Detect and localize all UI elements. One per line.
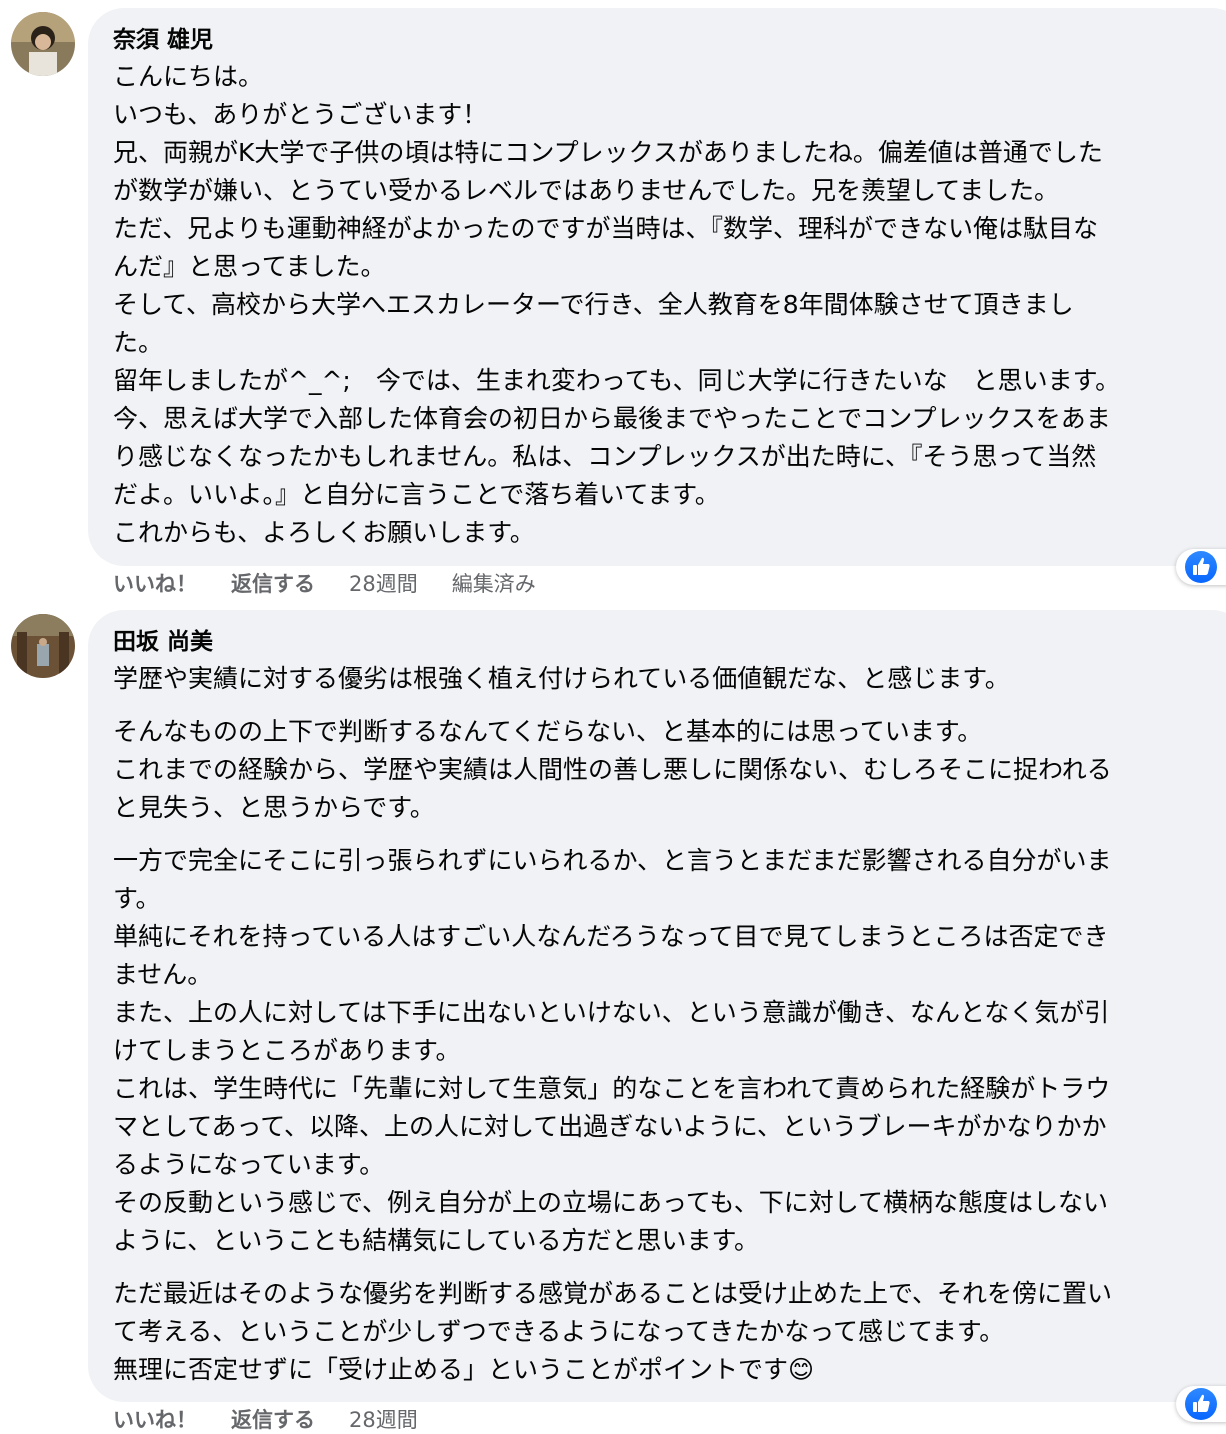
edited-label[interactable]: 編集済み bbox=[452, 570, 536, 598]
comment-text: 無理に否定せずに「受け止める」ということがポイントです bbox=[113, 1355, 789, 1384]
comment-line: そんなものの上下で判断するなんてくだらない、と基本的には思っています。 bbox=[113, 717, 983, 746]
thumbs-up-icon bbox=[1193, 557, 1210, 575]
comment-line: こんにちは。 bbox=[113, 62, 264, 91]
comment-line: 一方で完全にそこに引っ張られずにいられるか、と言うとまだまだ影響される自分がいま bbox=[113, 846, 1112, 875]
comment-line: 単純にそれを持っている人はすごい人なんだろうなって目で見てしまうところは否定でき bbox=[113, 922, 1109, 951]
comment-line: そして、高校から大学へエスカレーターで行き、全人教育を8年間体験させて頂きまし bbox=[113, 290, 1074, 319]
comment-timestamp[interactable]: 28週間 bbox=[349, 1406, 418, 1434]
comment-line: て考える、ということが少しずつできるようになってきたかなって感じてます。 bbox=[113, 1317, 1005, 1346]
reply-button[interactable]: 返信する bbox=[231, 1406, 315, 1434]
comment-line: けてしまうところがあります。 bbox=[113, 1036, 461, 1065]
comment-line: と見失う、と思うからです。 bbox=[113, 793, 435, 822]
comment-line: 留年しましたが^_^; 今では、生まれ変わっても、同じ大学に行きたいな と思いま… bbox=[113, 366, 1121, 395]
comment-author[interactable]: 奈須 雄児 bbox=[113, 26, 1226, 54]
comment-line: その反動という感じで、例え自分が上の立場にあっても、下に対して横柄な態度はしない bbox=[113, 1188, 1109, 1217]
reply-button[interactable]: 返信する bbox=[231, 570, 315, 598]
comment-actions: いいね！ 返信する 28週間 編集済み bbox=[113, 570, 570, 598]
comment-line-last: 無理に否定せずに「受け止める」ということがポイントです😊 bbox=[113, 1351, 1226, 1389]
comment-line: だよ。いいよ。』と自分に言うことで落ち着いてます。 bbox=[113, 480, 720, 509]
comment-line: り感じなくなったかもしれません。私は、コンプレックスが出た時に、『そう思って当然 bbox=[113, 442, 1097, 471]
comment-line: 学歴や実績に対する優劣は根強く植え付けられている価値観だな、と感じます。 bbox=[113, 664, 1010, 693]
comment-line: ません。 bbox=[113, 960, 213, 989]
comment-line: た。 bbox=[113, 328, 164, 357]
comment-bubble: 奈須 雄児 こんにちは。 いつも、ありがとうございます！ 兄、両親がK大学で子供… bbox=[88, 8, 1226, 566]
like-button[interactable]: いいね！ bbox=[113, 1406, 197, 1434]
comment-line: これは、学生時代に「先輩に対して生意気」的なことを言われて責められた経験がトラウ bbox=[113, 1074, 1111, 1103]
comment-line: が数学が嫌い、とうてい受かるレベルではありませんでした。兄を羨望してました。 bbox=[113, 176, 1060, 205]
smiling-face-emoji-icon: 😊 bbox=[788, 1355, 815, 1384]
comment-line: また、上の人に対しては下手に出ないといけない、という意識が働き、なんとなく気が引 bbox=[113, 998, 1110, 1027]
comment-line: 兄、両親がK大学で子供の頃は特にコンプレックスがありましたね。偏差値は普通でした bbox=[113, 138, 1103, 167]
comment-bubble: 田坂 尚美 学歴や実績に対する優劣は根強く植え付けられている価値観だな、と感じま… bbox=[88, 610, 1226, 1402]
like-reaction-badge[interactable] bbox=[1176, 549, 1226, 585]
comment-timestamp[interactable]: 28週間 bbox=[349, 570, 418, 598]
comment-line: 今、思えば大学で入部した体育会の初日から最後までやったことでコンプレックスをあま bbox=[113, 404, 1111, 433]
comment-line: これまでの経験から、学歴や実績は人間性の善し悪しに関係ない、むしろそこに捉われる bbox=[113, 755, 1112, 784]
avatar-photo-icon bbox=[11, 614, 75, 678]
comment-author[interactable]: 田坂 尚美 bbox=[113, 628, 1226, 656]
comment-line: ように、ということも結構気にしている方だと思います。 bbox=[113, 1226, 760, 1255]
comment-line: す。 bbox=[113, 884, 161, 913]
comment-line: これからも、よろしくお願いします。 bbox=[113, 518, 535, 547]
avatar[interactable] bbox=[11, 614, 75, 678]
like-reaction-badge[interactable] bbox=[1176, 1386, 1226, 1422]
comment-line: んだ』と思ってました。 bbox=[113, 252, 386, 281]
comment-line: ただ、兄よりも運動神経がよかったのですが当時は、『数学、理科ができない俺は駄目な bbox=[113, 214, 1099, 243]
comment-line: マとしてあって、以降、上の人に対して出過ぎないように、というブレーキがかなりかか bbox=[113, 1112, 1107, 1141]
comment-actions: いいね！ 返信する 28週間 bbox=[113, 1406, 452, 1434]
avatar-photo-icon bbox=[11, 12, 75, 76]
comment-line: いつも、ありがとうございます！ bbox=[113, 100, 488, 129]
comment-line: ただ最近はそのような優劣を判断する感覚があることは受け止めた上で、それを傍に置い bbox=[113, 1279, 1113, 1308]
avatar[interactable] bbox=[11, 12, 75, 76]
comment-line: るようになっています。 bbox=[113, 1150, 385, 1179]
like-button[interactable]: いいね！ bbox=[113, 570, 197, 598]
thumbs-up-icon bbox=[1193, 1394, 1210, 1412]
